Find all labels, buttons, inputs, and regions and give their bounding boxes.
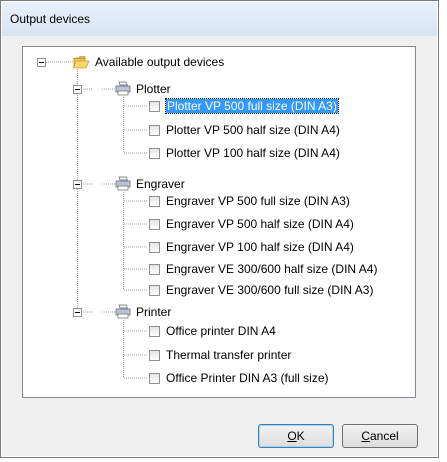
printer-icon	[115, 304, 131, 324]
tree-group-plotter[interactable]: Plotter	[115, 80, 171, 98]
cancel-mnemonic: C	[361, 429, 370, 443]
group-label-plotter: Plotter	[136, 82, 171, 96]
tree-item-engraver-vp500-full[interactable]: Engraver VP 500 full size (DIN A3)	[149, 192, 350, 210]
checkbox[interactable]	[149, 373, 160, 384]
tree-item-office-printer-a3[interactable]: Office Printer DIN A3 (full size)	[149, 369, 329, 387]
plotter-collapse-toggle[interactable]	[73, 85, 82, 94]
tree-item-engraver-vp500-half[interactable]: Engraver VP 500 half size (DIN A4)	[149, 215, 354, 233]
checkbox[interactable]	[149, 264, 160, 275]
title-bar: Output devices	[2, 2, 437, 37]
group-label-printer: Printer	[136, 305, 172, 319]
root-collapse-toggle[interactable]	[37, 58, 46, 67]
device-tree[interactable]: Available output devices Plotter Plotter…	[22, 46, 416, 398]
tree-item-plotter-vp100-half[interactable]: Plotter VP 100 half size (DIN A4)	[149, 144, 340, 162]
ok-mnemonic: O	[287, 429, 297, 443]
tree-root-node[interactable]: Available output devices	[73, 53, 224, 71]
device-label: Engraver VP 500 full size (DIN A3)	[166, 194, 350, 208]
device-label: Engraver VP 100 half size (DIN A4)	[166, 240, 354, 254]
tree-group-printer[interactable]: Printer	[115, 303, 171, 321]
checkbox[interactable]	[149, 242, 160, 253]
tree-item-office-printer-a4[interactable]: Office printer DIN A4	[149, 322, 276, 340]
checkbox[interactable]	[149, 326, 160, 337]
device-label: Thermal transfer printer	[166, 348, 292, 362]
tree-group-engraver[interactable]: Engraver	[115, 175, 185, 193]
printer-icon	[115, 81, 131, 101]
device-label: Plotter VP 100 half size (DIN A4)	[166, 146, 340, 160]
tree-item-thermal-transfer-printer[interactable]: Thermal transfer printer	[149, 346, 291, 364]
output-devices-dialog: Output devices Available output devices …	[0, 0, 439, 458]
device-label: Engraver VE 300/600 half size (DIN A4)	[166, 262, 378, 276]
group-label-engraver: Engraver	[136, 177, 185, 191]
tree-item-plotter-vp500-full[interactable]: Plotter VP 500 full size (DIN A3)	[149, 97, 339, 115]
tree-root-label: Available output devices	[95, 55, 225, 69]
device-label: Office Printer DIN A3 (full size)	[166, 371, 329, 385]
printer-icon	[115, 176, 131, 196]
folder-open-icon	[73, 55, 90, 74]
device-label: Engraver VE 300/600 full size (DIN A3)	[166, 283, 374, 297]
tree-item-engraver-ve300-half[interactable]: Engraver VE 300/600 half size (DIN A4)	[149, 260, 377, 278]
tree-item-engraver-vp100-half[interactable]: Engraver VP 100 half size (DIN A4)	[149, 238, 354, 256]
dialog-client-area: Available output devices Plotter Plotter…	[2, 36, 437, 456]
device-label: Engraver VP 500 half size (DIN A4)	[166, 217, 354, 231]
cancel-label-rest: ancel	[369, 429, 399, 443]
ok-button[interactable]: OK	[258, 424, 334, 448]
device-label: Plotter VP 500 full size (DIN A3)	[165, 98, 339, 114]
printer-collapse-toggle[interactable]	[73, 308, 82, 317]
tree-item-plotter-vp500-half[interactable]: Plotter VP 500 half size (DIN A4)	[149, 121, 340, 139]
checkbox[interactable]	[149, 101, 160, 112]
device-label: Plotter VP 500 half size (DIN A4)	[166, 123, 340, 137]
checkbox[interactable]	[149, 219, 160, 230]
ok-label-rest: K	[296, 429, 305, 443]
checkbox[interactable]	[149, 350, 160, 361]
dialog-title: Output devices	[10, 12, 91, 26]
checkbox[interactable]	[149, 285, 160, 296]
checkbox[interactable]	[149, 196, 160, 207]
device-label: Office printer DIN A4	[166, 324, 276, 338]
cancel-button[interactable]: Cancel	[342, 424, 418, 448]
checkbox[interactable]	[149, 125, 160, 136]
engraver-collapse-toggle[interactable]	[73, 180, 82, 189]
checkbox[interactable]	[149, 148, 160, 159]
tree-item-engraver-ve300-full[interactable]: Engraver VE 300/600 full size (DIN A3)	[149, 281, 373, 299]
